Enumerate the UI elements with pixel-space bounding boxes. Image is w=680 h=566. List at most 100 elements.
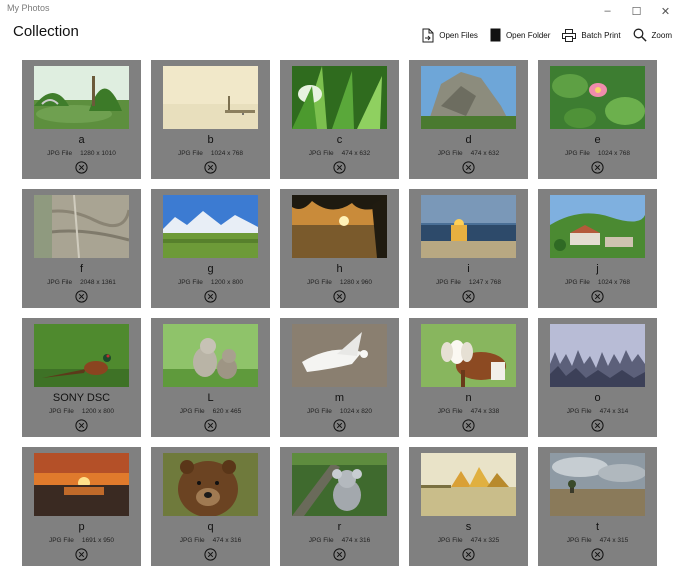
photo-thumbnail[interactable] xyxy=(163,195,258,258)
photo-thumbnail[interactable] xyxy=(550,324,645,387)
photo-tile[interactable]: h JPG File 1280 x 960 xyxy=(280,189,399,308)
photo-tile[interactable]: d JPG File 474 x 632 xyxy=(409,60,528,179)
photo-dimensions: 474 x 632 xyxy=(470,150,500,157)
photo-meta: JPG File 1024 x 820 xyxy=(307,408,372,415)
open-files-button[interactable]: Open Files xyxy=(422,26,478,44)
photo-thumbnail[interactable] xyxy=(163,66,258,129)
photo-tile[interactable]: f JPG File 2048 x 1361 xyxy=(22,189,141,308)
remove-photo-button[interactable] xyxy=(591,419,604,432)
photo-thumbnail[interactable] xyxy=(34,453,129,516)
photo-tile[interactable]: p JPG File 1691 x 950 xyxy=(22,447,141,566)
photo-tile[interactable]: b JPG File 1024 x 768 xyxy=(151,60,270,179)
batch-print-label: Batch Print xyxy=(581,30,621,40)
photo-tile[interactable]: g JPG File 1200 x 800 xyxy=(151,189,270,308)
photo-name: s xyxy=(465,521,472,533)
photo-dimensions: 1024 x 820 xyxy=(339,408,373,415)
remove-photo-button[interactable] xyxy=(333,290,346,303)
minimize-button[interactable]: – xyxy=(593,0,622,22)
photo-thumbnail[interactable] xyxy=(292,195,387,258)
photo-name: h xyxy=(336,263,343,275)
photo-dimensions: 1247 x 768 xyxy=(468,279,502,286)
remove-photo-button[interactable] xyxy=(75,290,88,303)
zoom-label: Zoom xyxy=(651,30,672,40)
photo-dimensions: 1200 x 800 xyxy=(210,279,244,286)
photo-meta: JPG File 1024 x 768 xyxy=(565,279,630,286)
photo-tile[interactable]: s JPG File 474 x 325 xyxy=(409,447,528,566)
photo-tile[interactable]: m JPG File 1024 x 820 xyxy=(280,318,399,437)
photo-name: j xyxy=(596,263,599,275)
photo-tile[interactable]: t JPG File 474 x 315 xyxy=(538,447,657,566)
batch-print-button[interactable]: Batch Print xyxy=(562,26,621,44)
remove-photo-button[interactable] xyxy=(333,161,346,174)
remove-photo-button[interactable] xyxy=(204,548,217,561)
zoom-button[interactable]: Zoom xyxy=(633,26,672,44)
photo-meta: JPG File 2048 x 1361 xyxy=(47,279,116,286)
photo-thumbnail[interactable] xyxy=(34,195,129,258)
photo-meta: JPG File 474 x 314 xyxy=(567,408,628,415)
photo-thumbnail[interactable] xyxy=(163,324,258,387)
photo-meta: JPG File 1247 x 768 xyxy=(436,279,501,286)
photo-tile[interactable]: j JPG File 1024 x 768 xyxy=(538,189,657,308)
photo-thumbnail[interactable] xyxy=(421,66,516,129)
remove-photo-button[interactable] xyxy=(333,419,346,432)
photo-tile[interactable]: c JPG File 474 x 632 xyxy=(280,60,399,179)
photo-name: SONY DSC xyxy=(52,392,111,404)
photo-thumbnail[interactable] xyxy=(292,324,387,387)
photo-thumbnail[interactable] xyxy=(292,453,387,516)
photo-dimensions: 474 x 632 xyxy=(341,150,371,157)
remove-photo-button[interactable] xyxy=(204,419,217,432)
remove-photo-button[interactable] xyxy=(462,419,475,432)
photo-thumbnail[interactable] xyxy=(421,324,516,387)
photo-tile[interactable]: i JPG File 1247 x 768 xyxy=(409,189,528,308)
photo-tile[interactable]: L JPG File 620 x 465 xyxy=(151,318,270,437)
photo-tile[interactable]: e JPG File 1024 x 768 xyxy=(538,60,657,179)
photo-file-type: JPG File xyxy=(179,408,205,415)
photo-meta: JPG File 1200 x 800 xyxy=(49,408,114,415)
photo-dimensions: 1024 x 768 xyxy=(597,150,631,157)
remove-photo-button[interactable] xyxy=(75,419,88,432)
remove-circle-icon xyxy=(75,419,88,432)
remove-photo-button[interactable] xyxy=(462,548,475,561)
remove-circle-icon xyxy=(204,548,217,561)
photo-thumbnail[interactable] xyxy=(421,195,516,258)
photo-file-type: JPG File xyxy=(47,279,73,286)
photo-thumbnail[interactable] xyxy=(163,453,258,516)
photo-thumbnail[interactable] xyxy=(550,453,645,516)
photo-thumbnail[interactable] xyxy=(550,195,645,258)
photo-thumbnail[interactable] xyxy=(34,324,129,387)
remove-circle-icon xyxy=(462,290,475,303)
photo-tile[interactable]: n JPG File 474 x 338 xyxy=(409,318,528,437)
remove-photo-button[interactable] xyxy=(204,290,217,303)
remove-photo-button[interactable] xyxy=(75,161,88,174)
open-folder-label: Open Folder xyxy=(505,30,551,40)
photo-tile[interactable]: a JPG File 1280 x 1010 xyxy=(22,60,141,179)
remove-photo-button[interactable] xyxy=(462,161,475,174)
photo-file-type: JPG File xyxy=(177,150,203,157)
remove-photo-button[interactable] xyxy=(204,161,217,174)
remove-photo-button[interactable] xyxy=(591,161,604,174)
remove-photo-button[interactable] xyxy=(591,548,604,561)
photo-file-type: JPG File xyxy=(437,150,463,157)
search-icon xyxy=(633,28,647,42)
remove-photo-button[interactable] xyxy=(75,548,88,561)
photo-thumbnail[interactable] xyxy=(421,453,516,516)
remove-photo-button[interactable] xyxy=(591,290,604,303)
photo-thumbnail[interactable] xyxy=(34,66,129,129)
photo-name: n xyxy=(465,392,472,404)
photo-tile[interactable]: SONY DSC JPG File 1200 x 800 xyxy=(22,318,141,437)
photo-meta: JPG File 474 x 632 xyxy=(309,150,370,157)
photo-file-type: JPG File xyxy=(564,279,590,286)
maximize-button[interactable]: ☐ xyxy=(622,0,651,22)
photo-dimensions: 1024 x 768 xyxy=(210,150,244,157)
photo-thumbnail[interactable] xyxy=(550,66,645,129)
photo-tile[interactable]: r JPG File 474 x 316 xyxy=(280,447,399,566)
photo-tile[interactable]: q JPG File 474 x 316 xyxy=(151,447,270,566)
photo-thumbnail[interactable] xyxy=(292,66,387,129)
photo-tile[interactable]: o JPG File 474 x 314 xyxy=(538,318,657,437)
close-window-button[interactable]: ✕ xyxy=(651,0,680,22)
photo-name: f xyxy=(79,263,84,275)
remove-photo-button[interactable] xyxy=(462,290,475,303)
remove-photo-button[interactable] xyxy=(333,548,346,561)
open-folder-button[interactable]: Open Folder xyxy=(490,26,550,44)
remove-circle-icon xyxy=(462,419,475,432)
